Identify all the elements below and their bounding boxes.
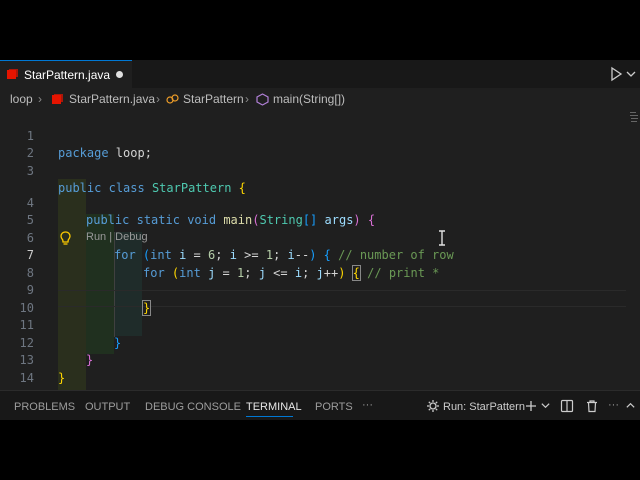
chevron-down-icon[interactable]: [540, 400, 551, 411]
tab-debug-console[interactable]: DEBUG CONSOLE: [145, 401, 241, 413]
breadcrumb-folder[interactable]: loop: [10, 92, 33, 106]
class-icon: [166, 94, 179, 104]
debug-gear-icon: [427, 400, 439, 412]
unsaved-dot-icon[interactable]: [116, 71, 123, 78]
more-icon[interactable]: ···: [608, 399, 619, 411]
method-icon: [256, 93, 269, 106]
active-tab-indicator: [246, 416, 293, 417]
tab-starpattern-java[interactable]: StarPattern.java: [0, 60, 132, 88]
breadcrumb-class[interactable]: StarPattern: [183, 92, 244, 106]
vscode-window: StarPattern.java loop › StarPattern.java…: [0, 60, 640, 420]
code-line: 8: [0, 247, 640, 280]
code-editor[interactable]: 1 package loop; 2 3 public class StarPat…: [0, 110, 640, 406]
brace: }: [58, 370, 66, 385]
java-file-icon: [7, 69, 18, 79]
chevron-right-icon: ›: [245, 92, 249, 106]
code-line: 11 }: [0, 300, 640, 350]
tab-ports[interactable]: PORTS: [315, 401, 353, 413]
split-terminal-icon[interactable]: [560, 399, 574, 413]
terminal-run-config[interactable]: Run: StarPattern: [443, 401, 525, 413]
trash-icon[interactable]: [585, 399, 599, 413]
code-line: 1 package loop;: [0, 110, 640, 161]
java-file-icon: [52, 94, 63, 104]
line-number: 14: [19, 370, 34, 385]
code-line: 5: [0, 195, 640, 227]
code-line: 7 for (int j = 1; j <= i; j++) { // prin…: [0, 230, 640, 281]
chevron-right-icon: ›: [156, 92, 160, 106]
code-line: 2: [0, 128, 640, 160]
tab-output[interactable]: OUTPUT: [85, 401, 130, 413]
breadcrumb: loop › StarPattern.java › StarPattern › …: [0, 88, 640, 110]
lightbulb-icon[interactable]: [59, 231, 72, 246]
add-terminal-icon[interactable]: [524, 399, 538, 413]
code-line: 13 }: [0, 335, 640, 385]
breadcrumb-file[interactable]: StarPattern.java: [69, 92, 155, 106]
chevron-right-icon: ›: [38, 92, 42, 106]
text-cursor-icon: [439, 230, 445, 246]
minimap[interactable]: [630, 110, 638, 126]
chevron-down-icon[interactable]: [625, 68, 637, 80]
tab-problems[interactable]: PROBLEMS: [14, 401, 75, 413]
breadcrumb-method[interactable]: main(String[]): [273, 92, 345, 106]
more-icon[interactable]: ···: [362, 399, 373, 411]
play-icon[interactable]: [608, 66, 624, 82]
code-line: 14: [0, 352, 640, 385]
editor-tab-bar: StarPattern.java: [0, 60, 640, 88]
code-line: 10: [0, 282, 640, 315]
bottom-panel-tabs: PROBLEMS OUTPUT DEBUG CONSOLE TERMINAL P…: [0, 390, 640, 420]
code-line: 12 }: [0, 317, 640, 368]
chevron-up-icon[interactable]: [625, 400, 636, 411]
tab-label: StarPattern.java: [24, 68, 111, 82]
code-line: 3 public class StarPattern {: [0, 145, 640, 196]
code-line: 9 }: [0, 265, 640, 316]
code-line: 6 for (int i = 6; i >= 1; i--) { // numb…: [0, 212, 640, 263]
code-line: 4 public static void main(String[] args)…: [0, 177, 640, 228]
tab-terminal[interactable]: TERMINAL: [246, 401, 302, 413]
